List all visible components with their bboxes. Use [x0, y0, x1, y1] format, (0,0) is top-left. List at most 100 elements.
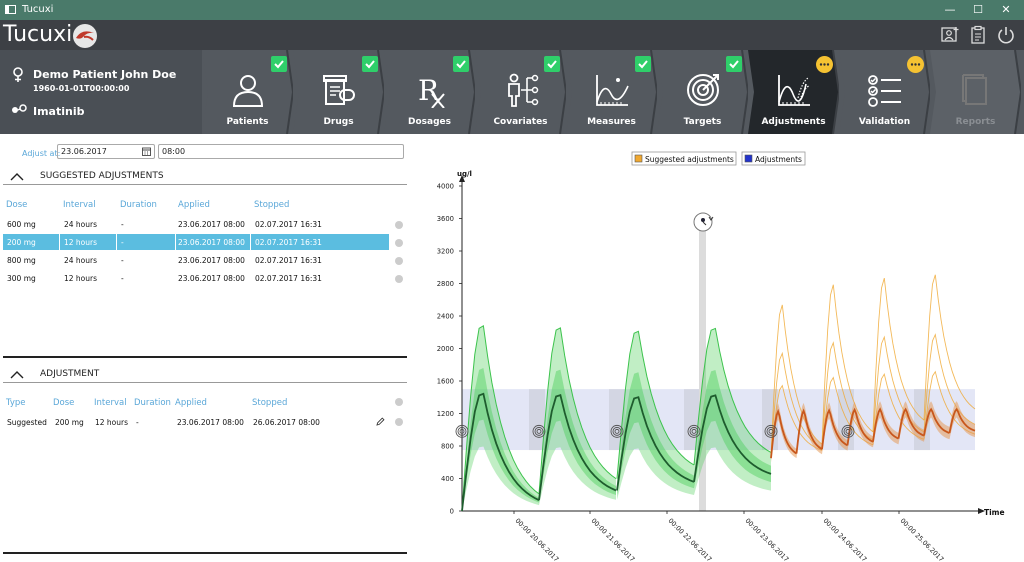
- adjustment-cell[interactable]: -: [136, 418, 139, 427]
- app-window: Tucuxi — ☐ ✕ Tucuxi Demo Patient John Do…: [0, 0, 1024, 562]
- select-suggestion-button[interactable]: [395, 257, 403, 265]
- minimize-button[interactable]: —: [940, 3, 960, 17]
- suggestion-cell[interactable]: 23.06.2017 08:00: [178, 220, 245, 229]
- step-dosages[interactable]: R Dosages: [384, 50, 475, 134]
- suggestion-cell[interactable]: -: [121, 256, 124, 265]
- legend-swatch: [634, 154, 643, 163]
- select-suggestion-button[interactable]: [395, 221, 403, 229]
- measure-marker-icon[interactable]: [693, 212, 714, 232]
- step-measures[interactable]: Measures: [566, 50, 657, 134]
- add-adjustment-button[interactable]: [395, 398, 403, 406]
- chevron-up-icon[interactable]: [10, 370, 24, 379]
- patient-drug: Imatinib: [33, 105, 85, 118]
- legend-entry[interactable]: Suggested adjustments: [631, 151, 737, 166]
- adjustment-cell[interactable]: 12 hours: [95, 418, 128, 427]
- column-header[interactable]: Type: [6, 398, 26, 408]
- adjustment-cell[interactable]: Suggested: [7, 418, 47, 427]
- close-button[interactable]: ✕: [996, 3, 1016, 17]
- step-label: Reports: [955, 117, 996, 127]
- suggestion-cell[interactable]: 02.07.2017 16:31: [255, 274, 322, 283]
- step-validation[interactable]: Validation: [839, 50, 930, 134]
- step-reports[interactable]: Reports: [930, 50, 1021, 134]
- suggestion-cell[interactable]: 02.07.2017 16:31: [255, 256, 322, 265]
- suggestion-cell[interactable]: 02.07.2017 16:31: [255, 238, 322, 247]
- legend-entry[interactable]: Adjustments: [741, 151, 806, 166]
- suggestion-cell[interactable]: 12 hours: [64, 238, 97, 247]
- check-badge-icon: [271, 56, 287, 72]
- column-header[interactable]: Interval: [94, 398, 127, 408]
- column-header[interactable]: Applied: [178, 200, 210, 210]
- check-badge-icon: [635, 56, 651, 72]
- adjust-time-input[interactable]: 08:00: [158, 144, 404, 159]
- adjustment-cell[interactable]: 26.06.2017 08:00: [253, 418, 320, 427]
- remove-adjustment-button[interactable]: [395, 418, 403, 426]
- suggestion-cell[interactable]: -: [121, 220, 124, 229]
- power-icon[interactable]: [996, 25, 1016, 45]
- column-header[interactable]: Duration: [120, 200, 157, 210]
- column-header[interactable]: Dose: [53, 398, 74, 408]
- step-targets[interactable]: Targets: [657, 50, 748, 134]
- check-badge-icon: [362, 56, 378, 72]
- suggestion-cell[interactable]: 12 hours: [64, 274, 97, 283]
- chevron-up-icon[interactable]: [10, 172, 24, 181]
- suggestion-cell[interactable]: -: [121, 274, 124, 283]
- column-header[interactable]: Interval: [63, 200, 96, 210]
- chart-legend: Suggested adjustments Adjustments: [631, 151, 806, 166]
- column-header[interactable]: Dose: [6, 200, 27, 210]
- edit-icon[interactable]: [376, 417, 385, 426]
- add-user-icon[interactable]: [940, 25, 960, 45]
- app-window-icon: [5, 5, 16, 14]
- y-tick-label: 1200: [437, 410, 454, 418]
- step-covariates[interactable]: Covariates: [475, 50, 566, 134]
- suggestion-cell[interactable]: 300 mg: [7, 274, 36, 283]
- adjust-time-value: 08:00: [162, 147, 186, 156]
- patient-icon: [232, 75, 264, 107]
- adjustment-cell[interactable]: 23.06.2017 08:00: [177, 418, 244, 427]
- suggestion-cell[interactable]: 23.06.2017 08:00: [178, 256, 245, 265]
- clipboard-icon[interactable]: [968, 25, 988, 45]
- suggestion-cell[interactable]: 23.06.2017 08:00: [178, 274, 245, 283]
- column-header[interactable]: Stopped: [254, 200, 289, 210]
- suggestion-cell[interactable]: 23.06.2017 08:00: [178, 238, 245, 247]
- adjustment-header-divider: [3, 382, 407, 383]
- step-adjustments[interactable]: Adjustments: [748, 50, 839, 134]
- adjustments-icon: [778, 75, 810, 106]
- y-tick-label: 4000: [437, 183, 454, 191]
- suggestion-cell[interactable]: 600 mg: [7, 220, 36, 229]
- select-suggestion-button[interactable]: [395, 239, 403, 247]
- step-patients[interactable]: Patients: [202, 50, 293, 134]
- drugs-icon: [323, 75, 355, 105]
- select-suggestion-button[interactable]: [395, 275, 403, 283]
- adjustment-header[interactable]: ADJUSTMENT: [0, 367, 408, 382]
- suggested-adjustments-header[interactable]: SUGGESTED ADJUSTMENTS: [0, 169, 408, 184]
- concentration-chart[interactable]: Suggested adjustments Adjustments ug/l Time…: [410, 134, 1024, 562]
- covariates-icon: [508, 73, 539, 107]
- female-icon: [13, 67, 23, 82]
- step-label: Targets: [683, 117, 722, 127]
- step-drugs[interactable]: Drugs: [293, 50, 384, 134]
- suggestion-cell[interactable]: 24 hours: [64, 220, 97, 229]
- suggestion-cell[interactable]: -: [121, 238, 124, 247]
- x-tick-label: 00:00 25.06.2017: [899, 517, 946, 562]
- column-header[interactable]: Stopped: [252, 398, 287, 408]
- x-tick-label: 00:00 20.06.2017: [514, 517, 561, 562]
- suggestion-cell[interactable]: 02.07.2017 16:31: [255, 220, 322, 229]
- maximize-button[interactable]: ☐: [968, 3, 988, 17]
- adjustment-cell[interactable]: 200 mg: [55, 418, 84, 427]
- suggestion-cell[interactable]: 200 mg: [7, 238, 36, 247]
- legend-swatch: [744, 154, 753, 163]
- y-tick-label: 400: [441, 475, 454, 483]
- column-header[interactable]: Applied: [175, 398, 207, 408]
- y-tick-label: 3200: [437, 248, 454, 256]
- suggestion-cell[interactable]: 800 mg: [7, 256, 36, 265]
- column-header[interactable]: Duration: [134, 398, 171, 408]
- adjust-date-input[interactable]: 23.06.2017: [57, 144, 155, 159]
- measures-icon: [596, 75, 629, 106]
- suggestion-cell[interactable]: 24 hours: [64, 256, 97, 265]
- adjust-at-label: Adjust at:: [22, 149, 61, 158]
- window-titlebar: Tucuxi — ☐ ✕: [0, 0, 1024, 20]
- step-label: Drugs: [323, 117, 354, 127]
- calendar-icon[interactable]: [142, 147, 151, 156]
- workflow-steps: Patients Drugs R Dosages Covariates Measures T…: [202, 50, 1024, 134]
- section-divider: [3, 356, 407, 358]
